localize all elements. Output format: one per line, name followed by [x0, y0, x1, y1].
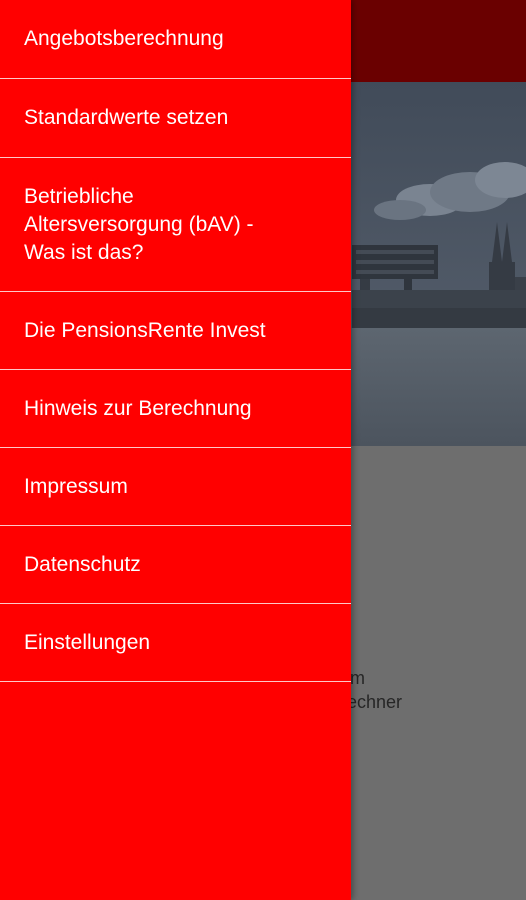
navigation-drawer: Angebotsberechnung Standardwerte setzen … — [0, 0, 351, 900]
menu-item-label: Einstellungen — [24, 630, 151, 654]
menu-item-einstellungen[interactable]: Einstellungen — [0, 604, 351, 682]
menu-item-standardwerte-setzen[interactable]: Standardwerte setzen — [0, 79, 351, 158]
menu-item-label: Hinweis zur Berechnung — [24, 396, 252, 420]
menu-item-label: Datenschutz — [24, 552, 141, 576]
menu-item-angebotsberechnung[interactable]: Angebotsberechnung — [0, 0, 351, 79]
menu-item-impressum[interactable]: Impressum — [0, 448, 351, 526]
menu-item-label: Angebotsberechnung — [24, 27, 224, 50]
menu-item-label: Die PensionsRente Invest — [24, 318, 266, 342]
menu-item-label: Betriebliche Altersversorgung (bAV) - Wa… — [24, 184, 254, 264]
menu-item-label: Standardwerte setzen — [24, 106, 229, 129]
menu-item-bav-info[interactable]: Betriebliche Altersversorgung (bAV) - Wa… — [0, 158, 351, 292]
menu-item-label: Impressum — [24, 474, 128, 498]
menu-item-pensionsrente-invest[interactable]: Die PensionsRente Invest — [0, 292, 351, 370]
menu-item-datenschutz[interactable]: Datenschutz — [0, 526, 351, 604]
menu-item-hinweis-berechnung[interactable]: Hinweis zur Berechnung — [0, 370, 351, 448]
